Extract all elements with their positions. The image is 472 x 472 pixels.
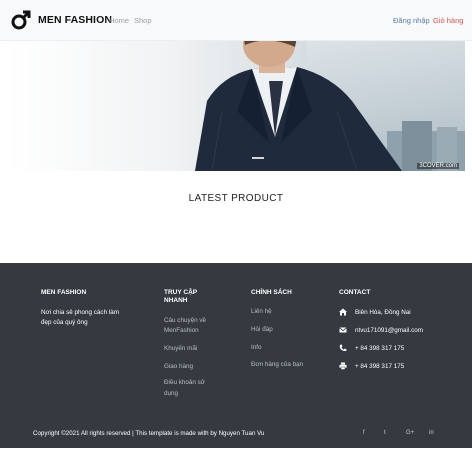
login-link[interactable]: Đăng nhập [393, 16, 430, 25]
google-plus-icon[interactable]: G+ [406, 430, 414, 436]
watermark-text: 3COVER.com [417, 163, 459, 169]
home-icon [339, 308, 347, 316]
footer-link-orders[interactable]: Đơn hàng của bạn [251, 360, 303, 370]
nav-shop-link[interactable]: Shop [134, 16, 152, 25]
contact-address: Biên Hòa, Đồng Nai [355, 309, 411, 316]
navbar: MEN FASHION Home Shop Đăng nhập Giỏ hàng [0, 0, 472, 41]
footer-access-title-line-2: NHANH [164, 297, 188, 304]
phone-icon [339, 344, 347, 351]
footer-brand-desc-line-1: Nơi chia sẻ phong cách làm [41, 309, 119, 316]
latest-product-title: LATEST PRODUCT [188, 193, 284, 204]
contact-phone[interactable]: + 84 398 317 175 [355, 345, 404, 352]
linkedin-icon[interactable]: in [429, 430, 434, 436]
footer-link-info[interactable]: Info [251, 343, 262, 353]
footer-policy-title: CHÍNH SÁCH [251, 289, 292, 296]
footer-link-story-line-2[interactable]: MenFashion [164, 326, 199, 336]
footer-contact-title: CONTACT [339, 289, 371, 296]
print-icon [339, 362, 347, 370]
contact-email[interactable]: ntvu171091@gmail.com [355, 327, 423, 334]
footer-link-faq[interactable]: Hỏi đáp [251, 325, 273, 335]
footer-link-terms-line-1[interactable]: Điều khoản sử [164, 378, 205, 388]
male-symbol-icon[interactable] [10, 9, 32, 31]
footer-access-title-line-1: TRUY CẬP [164, 289, 198, 296]
copyright-text: Copyright ©2021 All rights reserved | Th… [33, 430, 265, 437]
footer-brand-desc-line-2: đẹp của quý ông [41, 319, 88, 326]
footer: MEN FASHION Nơi chia sẻ phong cách làm đ… [0, 263, 472, 448]
footer-link-promotion[interactable]: Khuyến mãi [164, 344, 197, 354]
cart-link[interactable]: Giỏ hàng [433, 16, 463, 25]
footer-brand-title: MEN FASHION [41, 289, 87, 296]
nav-home-link[interactable]: Home [109, 16, 129, 25]
footer-link-story-line-1[interactable]: Câu chuyện về [164, 316, 206, 326]
facebook-icon[interactable]: f [363, 430, 365, 436]
footer-link-contact[interactable]: Liên hệ [251, 307, 272, 317]
twitter-icon[interactable]: t [384, 430, 386, 436]
envelope-icon [339, 327, 347, 333]
hero-banner: 3COVER.com [7, 41, 465, 171]
contact-fax: + 84 398 317 175 [355, 363, 405, 370]
brand-name[interactable]: MEN FASHION [38, 14, 112, 26]
footer-link-terms-line-2[interactable]: dụng [164, 389, 178, 399]
hero-image [7, 41, 465, 171]
footer-link-delivery[interactable]: Giao hàng [164, 362, 193, 372]
